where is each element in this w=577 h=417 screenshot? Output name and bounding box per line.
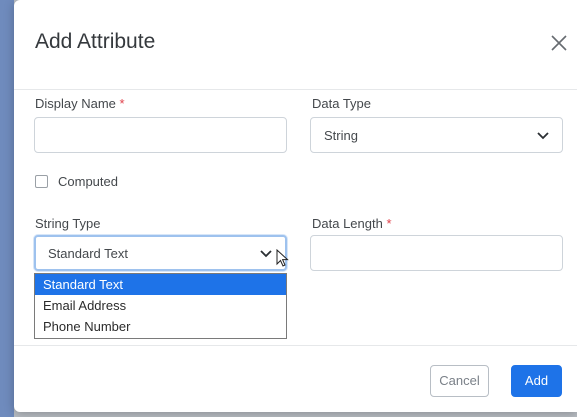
close-button[interactable] — [545, 30, 577, 58]
backdrop-page-edge — [0, 0, 14, 417]
close-icon — [551, 35, 567, 51]
dropdown-option[interactable]: Email Address — [35, 295, 286, 316]
string-type-select[interactable]: Standard Text — [34, 235, 287, 271]
string-type-label: String Type — [35, 216, 101, 231]
display-name-label: Display Name * — [35, 96, 125, 111]
dialog-title: Add Attribute — [35, 30, 156, 53]
computed-checkbox[interactable] — [35, 175, 48, 188]
data-type-label: Data Type — [312, 96, 372, 111]
data-type-select[interactable]: String — [310, 117, 563, 153]
chevron-down-icon — [537, 132, 549, 140]
mouse-cursor-icon — [276, 249, 289, 267]
dialog-footer: Cancel Add — [14, 345, 577, 412]
display-name-input[interactable] — [34, 117, 287, 153]
dropdown-option[interactable]: Standard Text — [35, 274, 286, 295]
required-asterisk: * — [386, 216, 392, 231]
chevron-down-icon — [260, 250, 272, 258]
data-type-selected-value: String — [324, 128, 358, 143]
data-length-input[interactable] — [310, 235, 563, 271]
add-button[interactable]: Add — [511, 365, 562, 397]
add-attribute-dialog: Add Attribute Display Name * Data Type S… — [14, 0, 577, 412]
data-length-label-text: Data Length — [312, 216, 383, 231]
string-type-dropdown-list: Standard Text Email Address Phone Number — [34, 273, 287, 339]
display-name-label-text: Display Name — [35, 96, 116, 111]
data-length-label: Data Length * — [312, 216, 392, 231]
computed-label: Computed — [58, 174, 118, 189]
cancel-button[interactable]: Cancel — [430, 365, 489, 397]
required-asterisk: * — [119, 96, 125, 111]
dropdown-option[interactable]: Phone Number — [35, 316, 286, 337]
dialog-header: Add Attribute — [14, 0, 577, 90]
string-type-selected-value: Standard Text — [48, 246, 128, 261]
